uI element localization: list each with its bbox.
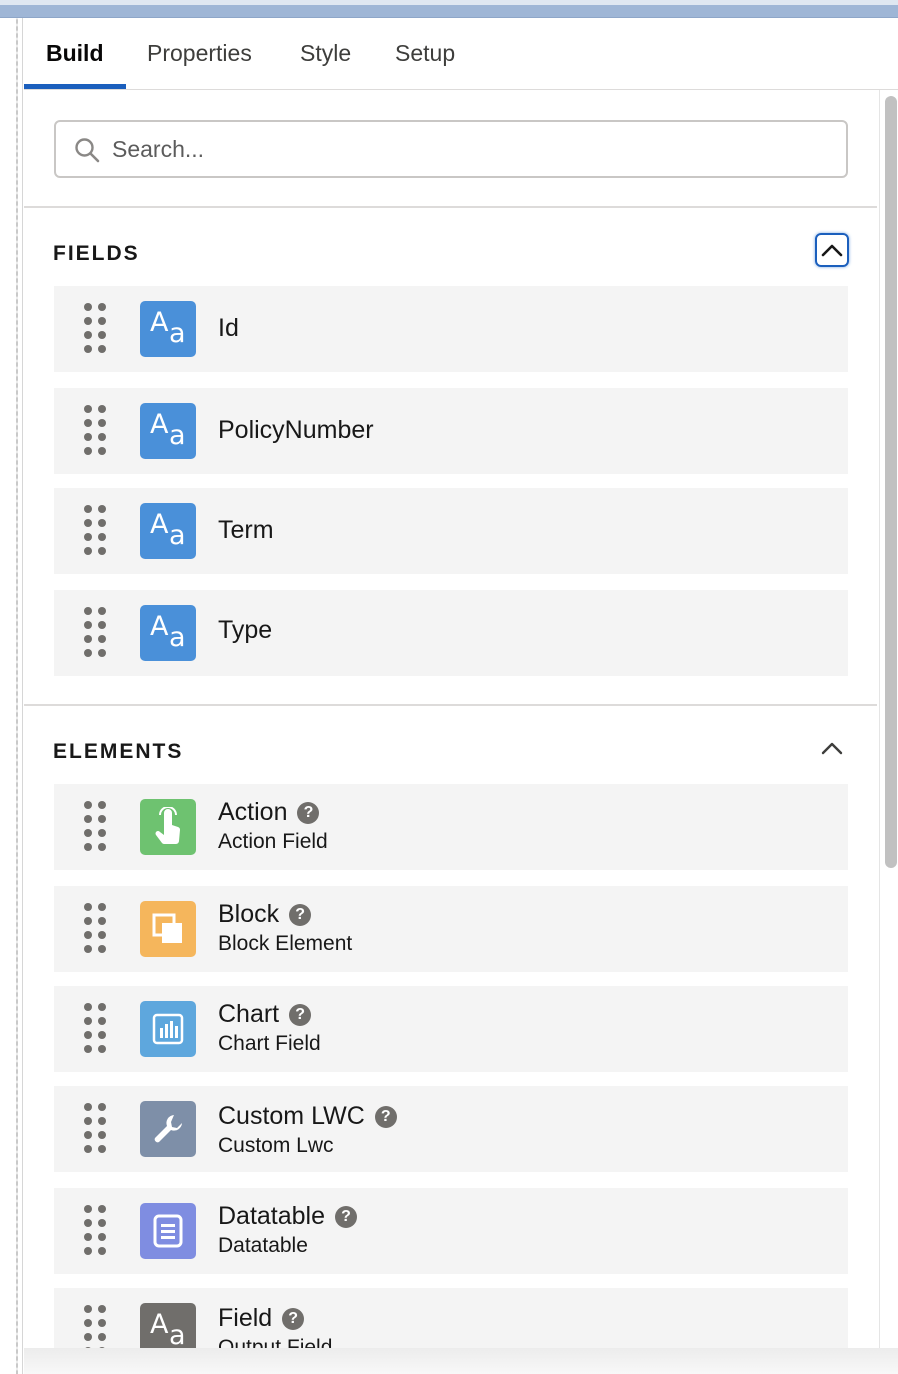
element-item-chart[interactable]: Chart ? Chart Field xyxy=(54,986,848,1072)
element-title: Datatable ? xyxy=(218,1202,358,1231)
drag-handle-icon[interactable] xyxy=(84,903,108,955)
text-field-icon: Aa xyxy=(140,503,196,559)
field-item-id[interactable]: Aa Id xyxy=(54,286,848,372)
drag-handle-icon[interactable] xyxy=(84,607,108,659)
element-title-text: Chart xyxy=(218,1000,280,1028)
field-item-policynumber[interactable]: Aa PolicyNumber xyxy=(54,388,848,474)
tab-properties[interactable]: Properties xyxy=(147,40,252,90)
field-item-term[interactable]: Aa Term xyxy=(54,488,848,574)
tab-style[interactable]: Style xyxy=(300,40,351,90)
element-title-text: Action xyxy=(218,798,288,826)
build-palette: FIELDS Aa Id xyxy=(24,90,877,1348)
scrollbar-thumb[interactable] xyxy=(885,96,897,868)
element-title: Chart ? xyxy=(218,1000,312,1029)
element-title: Custom LWC ? xyxy=(218,1102,397,1131)
top-strip-band xyxy=(0,0,898,5)
text-field-icon: Aa xyxy=(140,1303,196,1348)
builder-panel: Build Properties Style Setup FIELDS xyxy=(24,18,898,1348)
field-label: Term xyxy=(218,516,274,544)
top-window-strip xyxy=(0,0,898,18)
field-item-type[interactable]: Aa Type xyxy=(54,590,848,676)
drag-handle-icon[interactable] xyxy=(84,505,108,557)
element-subtitle: Chart Field xyxy=(218,1032,321,1055)
element-item-custom-lwc[interactable]: Custom LWC ? Custom Lwc xyxy=(54,1086,848,1172)
fields-section-title: FIELDS xyxy=(53,242,140,265)
canvas-dot-grid xyxy=(16,18,18,1374)
help-icon[interactable]: ? xyxy=(297,801,320,824)
wrench-icon xyxy=(140,1101,196,1157)
element-subtitle: Custom Lwc xyxy=(218,1134,334,1157)
tab-build[interactable]: Build xyxy=(46,40,104,90)
field-label: PolicyNumber xyxy=(218,416,374,444)
datatable-icon xyxy=(140,1203,196,1259)
canvas-edge xyxy=(0,18,23,1374)
active-tab-indicator xyxy=(24,84,126,89)
element-item-block[interactable]: Block ? Block Element xyxy=(54,886,848,972)
elements-collapse-button[interactable] xyxy=(815,731,849,765)
drag-handle-icon[interactable] xyxy=(84,801,108,853)
element-subtitle: Datatable xyxy=(218,1234,308,1257)
tab-bar: Build Properties Style Setup xyxy=(24,18,898,90)
element-subtitle: Output Field xyxy=(218,1336,333,1348)
section-divider xyxy=(24,704,877,706)
element-title-text: Custom LWC xyxy=(218,1102,365,1130)
help-icon[interactable]: ? xyxy=(335,1205,358,1228)
drag-handle-icon[interactable] xyxy=(84,1003,108,1055)
help-icon[interactable]: ? xyxy=(289,1003,312,1026)
element-subtitle: Action Field xyxy=(218,830,328,853)
block-icon xyxy=(140,901,196,957)
search-input[interactable] xyxy=(112,122,832,176)
chevron-up-icon xyxy=(821,244,843,257)
search-box[interactable] xyxy=(54,120,848,178)
fields-collapse-button[interactable] xyxy=(815,233,849,267)
drag-handle-icon[interactable] xyxy=(84,303,108,355)
text-field-icon: Aa xyxy=(140,301,196,357)
section-divider xyxy=(24,206,877,208)
element-title: Block ? xyxy=(218,900,312,929)
help-icon[interactable]: ? xyxy=(289,903,312,926)
element-item-field[interactable]: Aa Field ? Output Field xyxy=(54,1288,848,1348)
chevron-up-icon xyxy=(821,742,843,755)
elements-section-title: ELEMENTS xyxy=(53,740,184,763)
search-icon xyxy=(75,138,100,163)
element-title-text: Datatable xyxy=(218,1202,326,1230)
panel-footer xyxy=(24,1348,898,1374)
text-field-icon: Aa xyxy=(140,403,196,459)
element-title-text: Field xyxy=(218,1304,273,1332)
text-field-icon: Aa xyxy=(140,605,196,661)
scrollbar[interactable] xyxy=(879,90,898,1348)
element-subtitle: Block Element xyxy=(218,932,353,955)
help-icon[interactable]: ? xyxy=(374,1105,397,1128)
touch-hand-icon xyxy=(140,799,196,855)
field-label: Type xyxy=(218,616,273,644)
drag-handle-icon[interactable] xyxy=(84,1305,108,1348)
element-title: Action ? xyxy=(218,798,320,827)
element-title: Field ? xyxy=(218,1304,305,1333)
drag-handle-icon[interactable] xyxy=(84,405,108,457)
help-icon[interactable]: ? xyxy=(282,1307,305,1330)
drag-handle-icon[interactable] xyxy=(84,1205,108,1257)
drag-handle-icon[interactable] xyxy=(84,1103,108,1155)
tab-setup[interactable]: Setup xyxy=(395,40,455,90)
chart-icon xyxy=(140,1001,196,1057)
element-item-datatable[interactable]: Datatable ? Datatable xyxy=(54,1188,848,1274)
element-item-action[interactable]: Action ? Action Field xyxy=(54,784,848,870)
field-label: Id xyxy=(218,314,239,342)
element-title-text: Block xyxy=(218,900,280,928)
